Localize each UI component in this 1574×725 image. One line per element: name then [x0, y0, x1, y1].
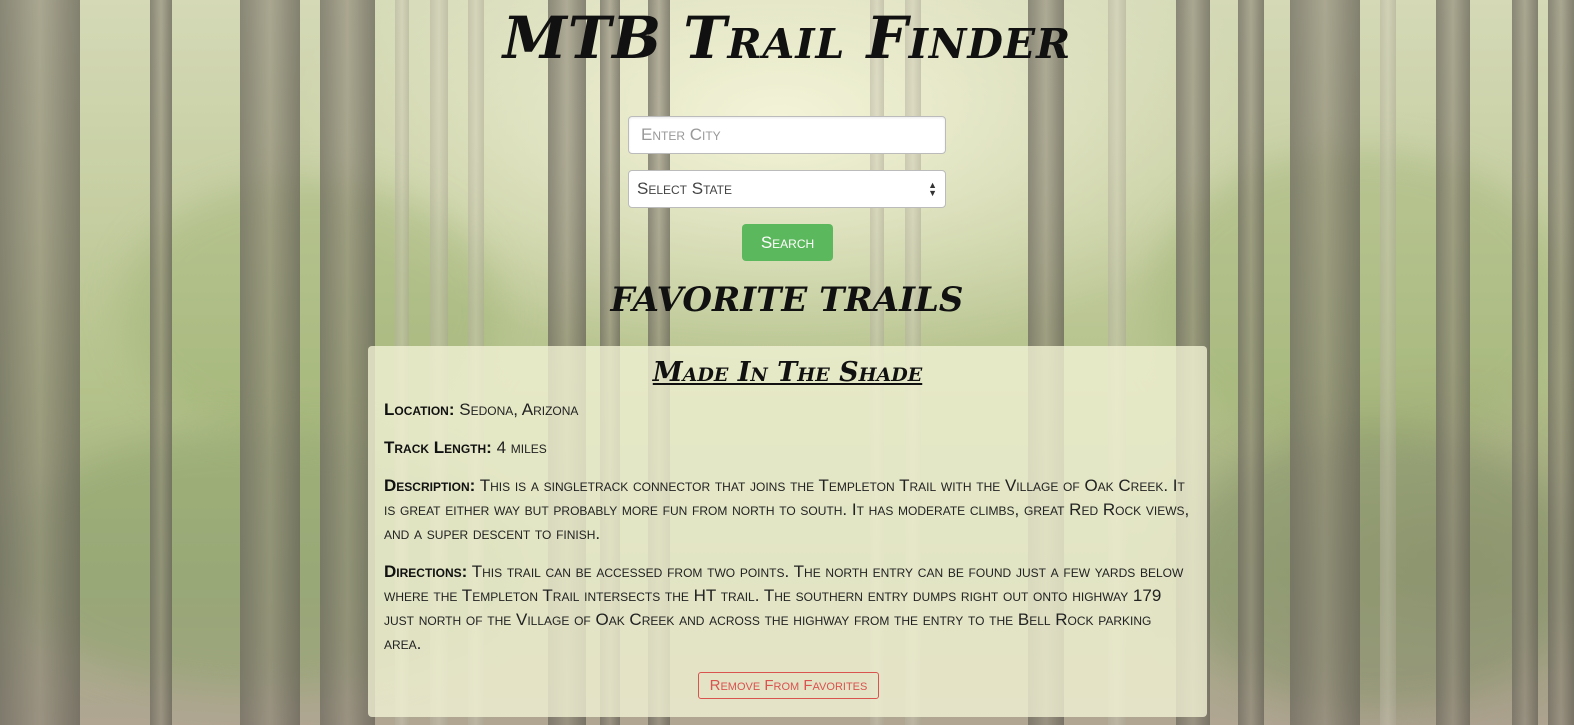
- trail-directions: Directions: This trail can be accessed f…: [384, 560, 1191, 656]
- trail-location: Location: Sedona, Arizona: [384, 398, 1191, 422]
- city-input[interactable]: [628, 116, 946, 154]
- remove-from-favorites-button[interactable]: Remove From Favorites: [698, 672, 879, 699]
- description-label: Description:: [384, 476, 476, 495]
- directions-value: This trail can be accessed from two poin…: [384, 562, 1184, 653]
- select-arrows-icon: ▲ ▼: [928, 180, 937, 198]
- location-value: Sedona, Arizona: [459, 400, 579, 419]
- favorite-trails-heading: Favorite Trails: [610, 280, 964, 320]
- search-button[interactable]: Search: [742, 224, 833, 261]
- track-length-value: 4 miles: [496, 438, 547, 457]
- track-length-label: Track Length:: [384, 438, 492, 457]
- location-label: Location:: [384, 400, 455, 419]
- trail-description: Description: This is a singletrack conne…: [384, 474, 1191, 546]
- directions-label: Directions:: [384, 562, 468, 581]
- page-content: MTB Trail Finder Select State ▲▼ Search …: [0, 0, 1574, 725]
- description-value: This is a singletrack connector that joi…: [384, 476, 1190, 543]
- state-select[interactable]: Select State ▲ ▼: [628, 170, 946, 208]
- trail-card: Made In The Shade Location: Sedona, Ariz…: [368, 346, 1207, 717]
- trail-name: Made In The Shade: [652, 357, 923, 388]
- page-title: MTB Trail Finder: [502, 4, 1072, 72]
- state-select-value: Select State: [637, 179, 732, 198]
- trail-length: Track Length: 4 miles: [384, 436, 1191, 460]
